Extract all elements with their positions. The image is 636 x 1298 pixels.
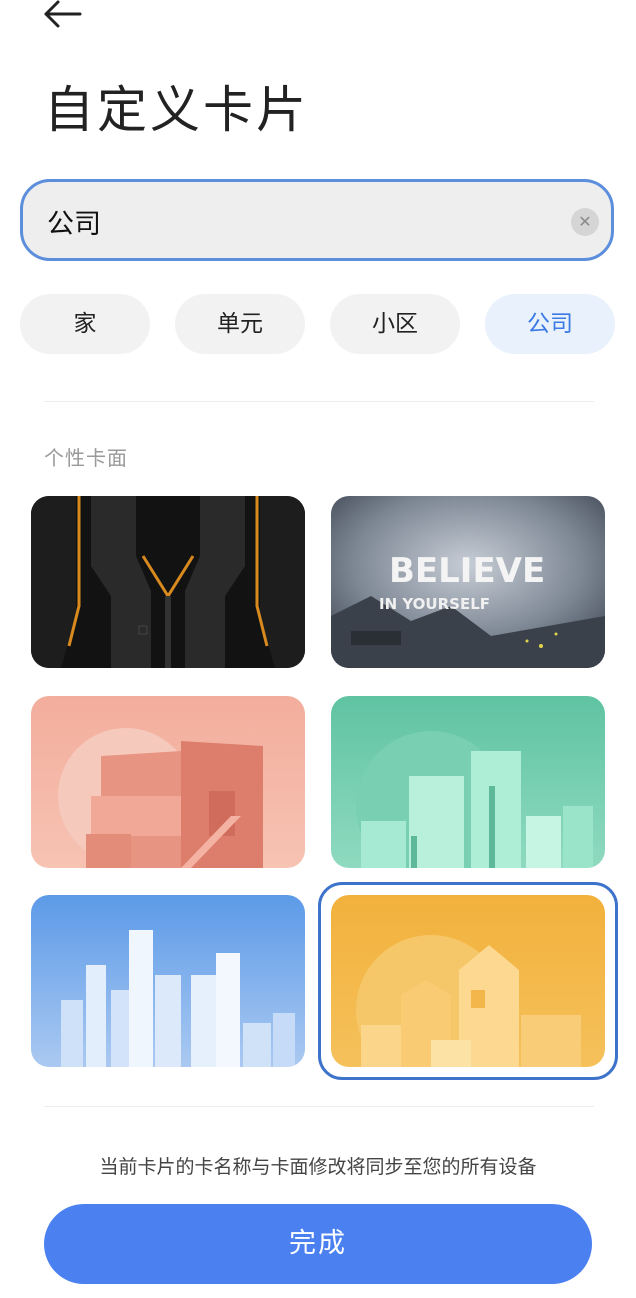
card-yellow-houses[interactable] (331, 895, 605, 1067)
mint-city-artwork (331, 696, 605, 868)
yellow-houses-artwork (331, 895, 605, 1067)
in-yourself-text: IN YOURSELF (379, 595, 490, 613)
arrow-left-icon (44, 0, 82, 28)
divider (44, 401, 594, 402)
card-blue-skyline[interactable] (31, 895, 305, 1067)
section-label: 个性卡面 (44, 446, 128, 470)
chip-community[interactable]: 小区 (330, 294, 460, 354)
believe-text: BELIEVE (389, 551, 545, 591)
clear-icon[interactable]: ✕ (571, 208, 599, 236)
card-name-input[interactable] (45, 182, 569, 260)
dark-tech-artwork (31, 496, 305, 668)
believe-artwork: BELIEVE IN YOURSELF (331, 496, 605, 668)
sync-notice: 当前卡片的卡名称与卡面修改将同步至您的所有设备 (99, 1156, 537, 1178)
quick-name-chips: 家 单元 小区 公司 (20, 294, 616, 354)
back-button[interactable] (38, 0, 88, 32)
chip-home[interactable]: 家 (20, 294, 150, 354)
card-mint-city[interactable] (331, 696, 605, 868)
chip-company[interactable]: 公司 (485, 294, 615, 354)
card-dark-tech[interactable] (31, 496, 305, 668)
blue-skyline-artwork (31, 895, 305, 1067)
done-button[interactable]: 完成 (44, 1204, 592, 1284)
divider (44, 1106, 594, 1107)
chip-unit[interactable]: 单元 (175, 294, 305, 354)
page-title: 自定义卡片 (44, 81, 309, 139)
card-believe[interactable]: BELIEVE IN YOURSELF (331, 496, 605, 668)
card-name-field[interactable]: ✕ (20, 179, 614, 261)
coral-building-artwork (31, 696, 305, 868)
card-coral-building[interactable] (31, 696, 305, 868)
